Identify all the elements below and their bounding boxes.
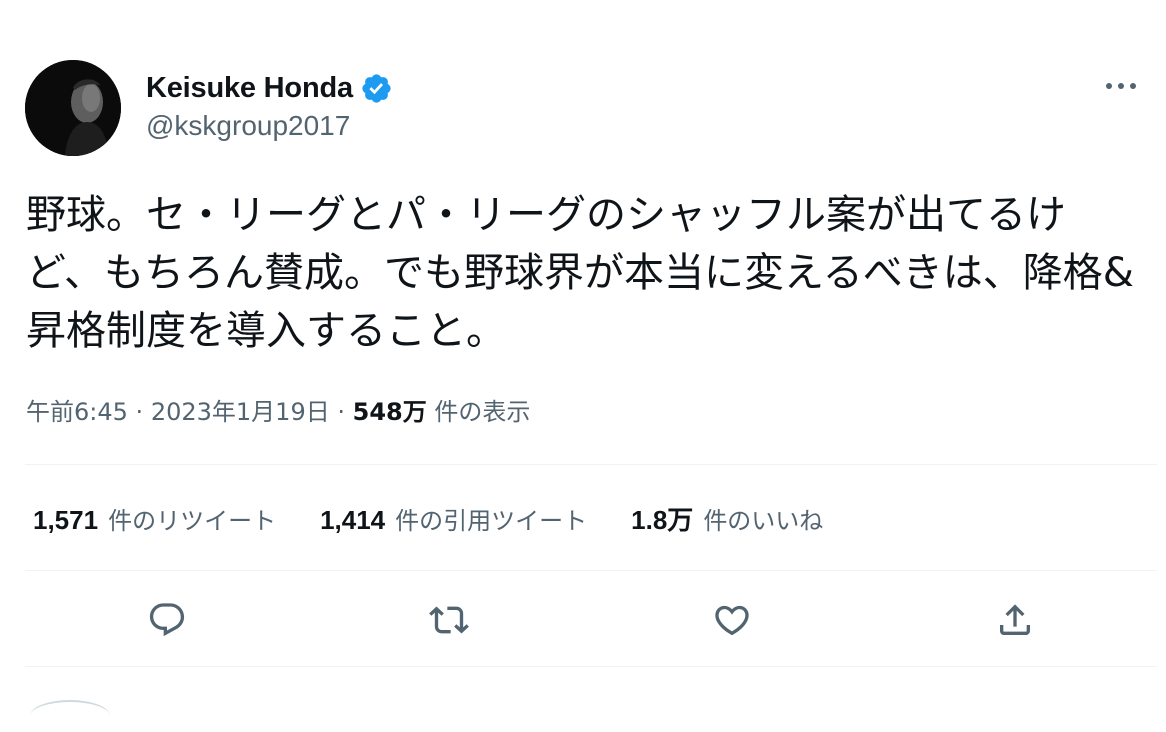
engagement-stats: 1,571 件のリツイート 1,414 件の引用ツイート 1.8万 件のいいね — [33, 500, 867, 537]
tweet-meta: 午前6:45 · 2023年1月19日 · 548万 件の表示 — [26, 392, 530, 427]
retweet-button[interactable] — [425, 596, 473, 644]
next-reply-avatar — [30, 700, 110, 732]
author-name-row[interactable]: Keisuke Honda — [146, 68, 393, 108]
share-icon — [1000, 604, 1030, 635]
tweet-actions-bar — [0, 590, 1166, 650]
tweet-text: 野球。セ・リーグとパ・リーグのシャッフル案が出てるけど、もちろん賛成。でも野球界… — [26, 192, 1134, 354]
meta-separator: · — [135, 398, 144, 426]
views-label: 件の表示 — [434, 398, 531, 426]
author-handle[interactable]: @kskgroup2017 — [146, 110, 350, 142]
quote-tweets-label: 件の引用ツイート — [395, 507, 588, 535]
like-icon — [715, 605, 749, 636]
meta-separator: · — [337, 398, 345, 426]
divider — [25, 464, 1157, 465]
divider — [25, 666, 1157, 667]
quote-tweets-stat[interactable]: 1,414 件の引用ツイート — [320, 501, 587, 536]
retweet-icon — [429, 606, 469, 634]
reply-icon — [149, 603, 185, 637]
retweets-stat[interactable]: 1,571 件のリツイート — [33, 501, 276, 536]
reply-button[interactable] — [143, 596, 191, 644]
like-button[interactable] — [708, 596, 756, 644]
author-display-name[interactable]: Keisuke Honda — [146, 72, 353, 105]
divider — [25, 570, 1157, 571]
likes-stat[interactable]: 1.8万 件のいいね — [631, 500, 823, 537]
likes-label: 件のいいね — [703, 507, 824, 535]
more-options-button[interactable] — [1104, 72, 1138, 100]
retweets-count: 1,571 — [33, 505, 99, 535]
quote-tweets-count: 1,414 — [320, 505, 386, 535]
avatar[interactable] — [25, 60, 121, 156]
profile-photo-icon — [25, 60, 121, 156]
more-icon — [1106, 83, 1136, 89]
share-button[interactable] — [991, 596, 1039, 644]
tweet-date[interactable]: 2023年1月19日 — [151, 398, 330, 426]
likes-count: 1.8万 — [631, 505, 694, 535]
verified-badge-icon — [360, 72, 393, 105]
tweet-time[interactable]: 午前6:45 — [26, 398, 128, 426]
retweets-label: 件のリツイート — [108, 507, 277, 535]
views-count: 548万 — [352, 398, 427, 426]
